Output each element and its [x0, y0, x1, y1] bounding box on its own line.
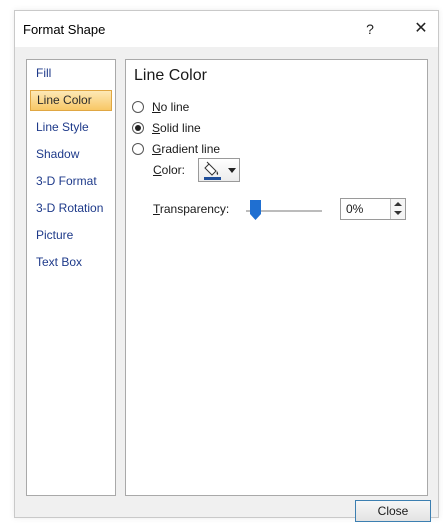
- help-button[interactable]: ?: [361, 20, 379, 38]
- gradient-line-radio[interactable]: [132, 143, 144, 155]
- transparency-value[interactable]: 0%: [346, 202, 363, 216]
- close-window-button[interactable]: ✕: [411, 19, 431, 39]
- nav-item-3d-format[interactable]: 3-D Format: [30, 171, 112, 192]
- close-button[interactable]: Close: [355, 500, 431, 522]
- spin-up-icon[interactable]: [394, 202, 402, 206]
- solid-line-radio[interactable]: [132, 122, 144, 134]
- gradient-line-label[interactable]: Gradient line: [152, 142, 220, 157]
- nav-item-line-color[interactable]: Line Color: [30, 90, 112, 111]
- dialog-title: Format Shape: [23, 22, 106, 37]
- line-color-panel: Line Color No line Solid line Gradient l…: [125, 59, 428, 496]
- chevron-down-icon: [228, 168, 236, 173]
- color-label: Color:: [153, 163, 186, 177]
- no-line-label[interactable]: No line: [152, 100, 189, 115]
- title-bar: Format Shape ? ✕: [15, 11, 438, 47]
- nav-item-text-box[interactable]: Text Box: [30, 252, 112, 273]
- nav-item-line-style[interactable]: Line Style: [30, 117, 112, 138]
- transparency-slider-thumb[interactable]: [250, 200, 261, 220]
- category-list: Fill Line Color Line Style Shadow 3-D Fo…: [26, 59, 116, 496]
- solid-line-label[interactable]: Solid line: [152, 121, 201, 136]
- nav-item-picture[interactable]: Picture: [30, 225, 112, 246]
- color-swatch: [204, 177, 221, 180]
- paint-bucket-icon: [204, 161, 221, 180]
- format-shape-dialog: Format Shape ? ✕ Fill Line Color Line St…: [14, 10, 439, 522]
- dialog-body: Fill Line Color Line Style Shadow 3-D Fo…: [15, 47, 438, 522]
- transparency-label: Transparency:: [153, 202, 230, 216]
- nav-item-3d-rotation[interactable]: 3-D Rotation: [30, 198, 112, 219]
- spin-buttons: [390, 199, 405, 219]
- panel-heading: Line Color: [134, 67, 207, 84]
- nav-item-shadow[interactable]: Shadow: [30, 144, 112, 165]
- nav-item-fill[interactable]: Fill: [30, 63, 112, 84]
- transparency-spinbox[interactable]: 0%: [340, 198, 406, 220]
- radio-selected-dot: [135, 125, 141, 131]
- spin-down-icon[interactable]: [394, 211, 402, 215]
- no-line-radio[interactable]: [132, 101, 144, 113]
- color-picker-button[interactable]: [198, 158, 240, 182]
